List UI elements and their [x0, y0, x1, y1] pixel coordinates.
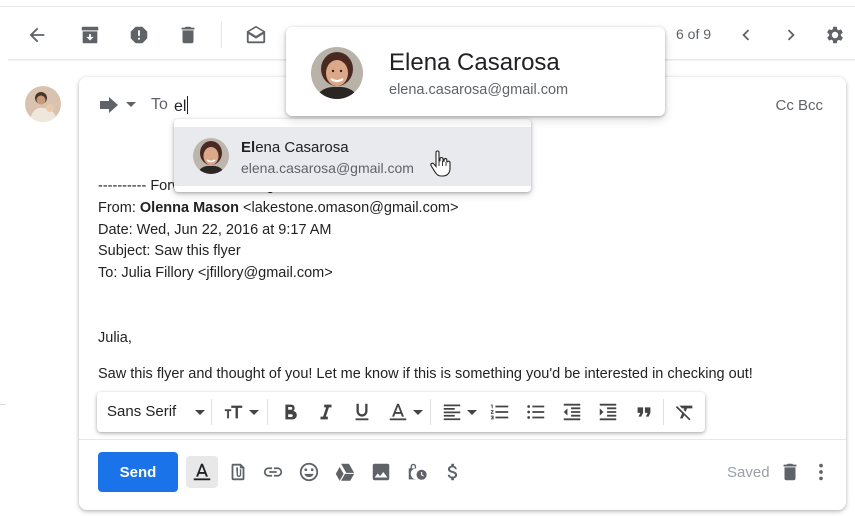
reply-type-dropdown[interactable] [126, 102, 136, 107]
text-color-icon[interactable] [387, 401, 409, 423]
numbered-list-icon[interactable] [489, 401, 511, 423]
draft-status: Saved [727, 464, 770, 481]
hovercard-avatar [311, 47, 363, 99]
font-family-select[interactable]: Sans Serif [107, 403, 176, 420]
subject-line: Subject: Saw this flyer [98, 243, 241, 259]
report-spam-icon[interactable] [128, 24, 150, 46]
bulleted-list-icon[interactable] [525, 401, 547, 423]
format-divider [430, 399, 431, 425]
to-line: To: Julia Fillory <jfillory@gmail.com> [98, 265, 333, 281]
underline-icon[interactable] [351, 401, 373, 423]
delete-icon[interactable] [177, 24, 199, 46]
insert-link-icon[interactable] [261, 460, 285, 484]
chevron-down-icon[interactable] [413, 410, 423, 415]
to-input[interactable]: el [174, 96, 189, 116]
recipient-autocomplete: Elena Casarosa elena.casarosa@gmail.com [174, 119, 531, 192]
chevron-down-icon[interactable] [467, 410, 477, 415]
send-button[interactable]: Send [98, 452, 178, 492]
pagination-count: 6 of 9 [676, 26, 712, 42]
hovercard-email: elena.casarosa@gmail.com [389, 82, 569, 98]
hovercard-name: Elena Casarosa [389, 49, 560, 76]
back-arrow-icon[interactable] [26, 24, 48, 46]
chevron-right-icon[interactable] [780, 24, 802, 46]
gear-icon[interactable] [824, 24, 846, 46]
send-money-icon[interactable] [441, 460, 465, 484]
suggestion-name: Elena Casarosa [241, 139, 349, 156]
from-label: From: [98, 200, 136, 216]
google-drive-icon[interactable] [333, 460, 357, 484]
text-size-icon[interactable] [223, 401, 245, 423]
text-cursor [187, 96, 189, 114]
autocomplete-suggestion[interactable]: Elena Casarosa elena.casarosa@gmail.com [174, 127, 531, 186]
cc-bcc-link[interactable]: Cc Bcc [775, 97, 823, 114]
indent-more-icon[interactable] [597, 401, 619, 423]
italic-icon[interactable] [315, 401, 337, 423]
user-avatar[interactable] [25, 86, 61, 122]
indent-less-icon[interactable] [561, 401, 583, 423]
chevron-down-icon[interactable] [249, 410, 259, 415]
contact-hovercard: Elena Casarosa elena.casarosa@gmail.com [286, 27, 665, 116]
formatting-toolbar: Sans Serif [97, 392, 705, 432]
insert-photo-icon[interactable] [369, 460, 393, 484]
confidential-mode-icon[interactable] [405, 460, 429, 484]
to-input-value: el [174, 98, 187, 115]
attach-file-icon[interactable] [226, 460, 250, 484]
discard-draft-icon[interactable] [778, 460, 802, 484]
contact-avatar [193, 138, 229, 174]
bold-icon[interactable] [279, 401, 301, 423]
archive-icon[interactable] [79, 24, 101, 46]
mark-unread-icon[interactable] [245, 24, 267, 46]
compose-divider [79, 439, 846, 440]
to-label: To [151, 96, 168, 113]
format-divider [267, 399, 268, 425]
from-name: Olenna Mason [139, 200, 239, 216]
suggestion-name-match: El [241, 139, 256, 156]
suggestion-name-rest: ena Casarosa [255, 139, 349, 156]
formatting-options-icon[interactable] [186, 456, 218, 488]
top-divider [0, 6, 855, 7]
date-line: Date: Wed, Jun 22, 2016 at 9:17 AM [98, 222, 332, 238]
more-vert-icon[interactable] [809, 460, 833, 484]
remove-formatting-icon[interactable] [674, 401, 696, 423]
suggestion-email: elena.casarosa@gmail.com [241, 160, 414, 176]
chevron-left-icon[interactable] [735, 24, 757, 46]
hand-pointer-icon [430, 150, 451, 177]
forward-arrow-icon [100, 97, 118, 113]
edge-marker [0, 404, 6, 405]
message-body: Saw this flyer and thought of you! Let m… [98, 366, 753, 382]
quote-icon[interactable] [633, 401, 655, 423]
greeting: Julia, [98, 330, 132, 346]
from-line: From: Olenna Mason <lakestone.omason@gma… [98, 200, 458, 216]
from-email: <lakestone.omason@gmail.com> [243, 200, 459, 216]
toolbar-divider [221, 22, 222, 48]
format-divider [211, 399, 212, 425]
insert-emoji-icon[interactable] [297, 460, 321, 484]
align-icon[interactable] [441, 401, 463, 423]
chevron-down-icon[interactable] [195, 410, 205, 415]
format-divider [663, 399, 664, 425]
